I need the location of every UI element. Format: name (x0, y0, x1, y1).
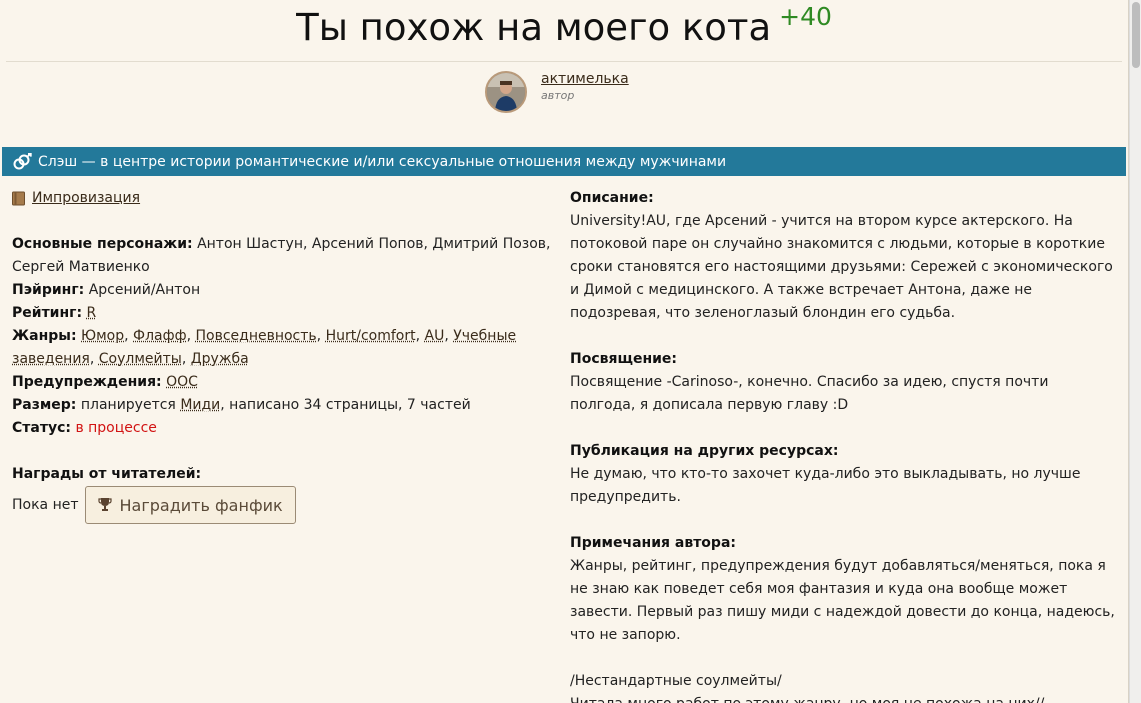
genre-link[interactable]: Повседневность (195, 328, 316, 344)
title-row: Ты похож на моего кота +40 (0, 2, 1128, 49)
slash-icon (12, 152, 32, 171)
size-post: , написано 34 страницы, 7 частей (220, 397, 471, 413)
page-title: Ты похож на моего кота (296, 6, 772, 49)
fanfic-page: Ты похож на моего кота +40 актимелька авт… (0, 0, 1129, 703)
awards-heading: Награды от читателей: (12, 463, 552, 486)
rating-label: Рейтинг: (12, 305, 83, 321)
pairing-row: Пэйринг: Арсений/Антон (12, 279, 552, 302)
characters-label: Основные персонажи: (12, 236, 193, 252)
scrollbar[interactable] (1129, 0, 1141, 703)
genre-link[interactable]: Юмор (81, 328, 124, 344)
notes-extra-1: /Нестандартные соулмейты/ (570, 673, 782, 689)
pairing-label: Пэйринг: (12, 282, 85, 298)
work-details: Описание: University!AU, где Арсений - у… (570, 187, 1115, 703)
genre-link[interactable]: Соулмейты (99, 351, 182, 367)
award-button-label: Наградить фанфик (119, 495, 283, 515)
warnings-label: Предупреждения: (12, 374, 162, 390)
book-icon (12, 191, 26, 206)
size-label: Размер: (12, 397, 77, 413)
notes-extra-2: Читала много работ по этому жанру, но мо… (570, 693, 1115, 703)
genre-link[interactable]: Дружба (191, 351, 249, 367)
status-value: в процессе (75, 420, 157, 436)
direction-banner: Слэш — в центре истории романтические и/… (2, 147, 1126, 176)
size-pre: планируется (80, 397, 176, 413)
description-label: Описание: (570, 190, 654, 206)
divider (6, 61, 1122, 62)
characters-row: Основные персонажи: Антон Шастун, Арсени… (12, 233, 552, 279)
genre-link[interactable]: Hurt/comfort (326, 328, 416, 344)
direction-text: Слэш — в центре истории романтические и/… (38, 153, 727, 170)
genre-link[interactable]: Флафф (133, 328, 187, 344)
notes-text: Жанры, рейтинг, предупреждения будут доб… (570, 558, 1115, 643)
warning-link[interactable]: ООС (166, 374, 198, 390)
author-role: автор (541, 89, 575, 102)
notes-label: Примечания автора: (570, 535, 736, 551)
dedication-text: Посвящение -Carinoso-, конечно. Спасибо … (570, 374, 1049, 413)
genres-row: Жанры: Юмор, Флафф, Повседневность, Hurt… (12, 328, 517, 367)
rating-row: Рейтинг: R (12, 302, 552, 325)
awards-label: Награды от читателей: (12, 466, 202, 482)
award-fanfic-button[interactable]: Наградить фанфик (84, 486, 296, 524)
author-link[interactable]: актимелька (541, 71, 629, 87)
avatar[interactable] (485, 71, 527, 113)
warnings-row: Предупреждения: ООС (12, 371, 552, 394)
size-row: Размер: планируется Миди, написано 34 ст… (12, 394, 552, 417)
likes-count: +40 (779, 2, 832, 31)
pairing-value: Арсений/Антон (88, 282, 201, 298)
awards-row: Пока нет Наградить фанфик (12, 486, 552, 524)
genre-link[interactable]: AU (425, 328, 445, 344)
fandom-link[interactable]: Импровизация (32, 187, 140, 210)
publication-text: Не думаю, что кто-то захочет куда-либо э… (570, 466, 1081, 505)
trophy-icon (97, 496, 112, 515)
genres-label: Жанры: (12, 328, 77, 344)
status-row: Статус: в процессе (12, 417, 552, 440)
avatar-image (487, 73, 525, 111)
publication-label: Публикация на других ресурсах: (570, 443, 839, 459)
size-link[interactable]: Миди (180, 397, 220, 413)
work-info: Импровизация Основные персонажи: Антон Ш… (12, 187, 552, 524)
description-text: University!AU, где Арсений - учится на в… (570, 213, 1113, 321)
status-label: Статус: (12, 420, 71, 436)
fandom-row: Импровизация (12, 187, 552, 210)
awards-none: Пока нет (12, 496, 79, 513)
rating-link[interactable]: R (87, 305, 97, 321)
scrollbar-thumb[interactable] (1132, 2, 1140, 68)
dedication-label: Посвящение: (570, 351, 678, 367)
